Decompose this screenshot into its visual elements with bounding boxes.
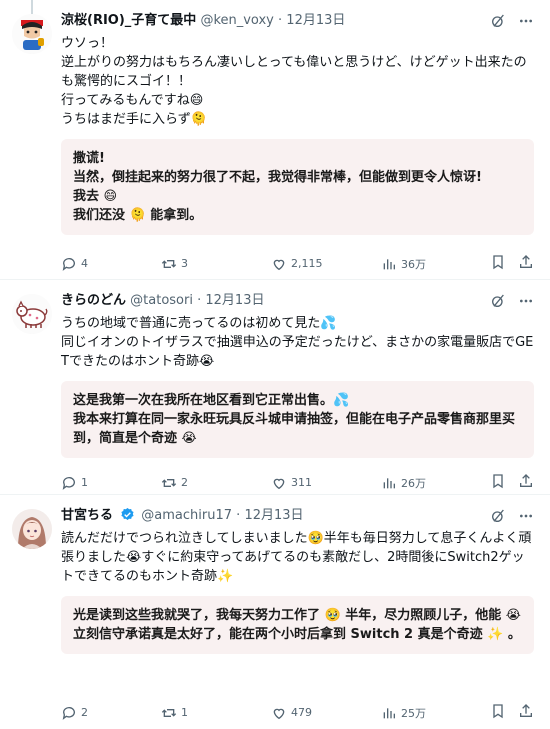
reply-count: 2 xyxy=(81,706,88,719)
tweet-text: うちの地域で普通に売ってるのは初めて見た💦 同じイオンのトイザラスで抽選申込の予… xyxy=(61,316,534,369)
tweet-header: 涼桜(RIO)_子育て最中 @ken_voxy · 12月13日 xyxy=(61,10,534,32)
reply-icon xyxy=(62,476,75,490)
retweet-button[interactable]: 1 xyxy=(161,705,271,721)
avatar-image xyxy=(12,294,52,334)
views-button[interactable]: 26万 xyxy=(381,475,481,491)
like-icon xyxy=(273,708,285,719)
action-bar: 1 2 311 26万 xyxy=(61,473,534,492)
separator-dot: · xyxy=(236,508,241,523)
like-button[interactable]: 311 xyxy=(271,475,381,491)
tweet-header: きらのどん @tatosori · 12月13日 xyxy=(61,290,534,312)
author-name[interactable]: 涼桜(RIO)_子育て最中 xyxy=(61,13,196,28)
reply-button[interactable]: 2 xyxy=(61,705,161,721)
tweet-body: 涼桜(RIO)_子育て最中 @ken_voxy · 12月13日 ウソっ！ 逆上… xyxy=(61,10,534,235)
views-count: 26万 xyxy=(401,476,426,490)
action-bar: 2 1 479 25万 xyxy=(61,703,534,722)
separator-dot: · xyxy=(278,13,283,28)
views-button[interactable]: 36万 xyxy=(381,256,481,272)
tweet-date[interactable]: 12月13日 xyxy=(244,508,303,523)
reply-button[interactable]: 4 xyxy=(61,256,161,272)
tweet-3[interactable]: 甘宮ちる @amachiru17 · 12月13日 読んだだけでつられ泣きしてし… xyxy=(0,495,550,729)
verified-badge-icon xyxy=(120,507,135,530)
retweet-icon xyxy=(161,259,177,268)
author-name[interactable]: 甘宮ちる xyxy=(61,508,113,523)
tweet-2[interactable]: きらのどん @tatosori · 12月13日 うちの地域で普通に売ってるのは… xyxy=(0,280,550,494)
bookmark-icon[interactable] xyxy=(490,254,506,273)
views-button[interactable]: 25万 xyxy=(381,705,481,721)
avatar[interactable] xyxy=(12,294,52,334)
translation-box: 撒谎! 当然，倒挂起来的努力很了不起，我觉得非常棒，但能做到更令人惊讶! 我去 … xyxy=(61,139,534,235)
reply-count: 1 xyxy=(81,476,88,489)
views-icon xyxy=(383,707,395,718)
retweet-count: 2 xyxy=(181,476,188,489)
like-button[interactable]: 479 xyxy=(271,705,381,721)
retweet-count: 1 xyxy=(181,706,188,719)
tweet-body: 甘宮ちる @amachiru17 · 12月13日 読んだだけでつられ泣きしてし… xyxy=(61,505,534,654)
like-count: 479 xyxy=(291,706,312,719)
retweet-button[interactable]: 3 xyxy=(161,256,271,272)
tweet-header: 甘宮ちる @amachiru17 · 12月13日 xyxy=(61,505,534,527)
avatar-image xyxy=(12,14,52,54)
views-count: 36万 xyxy=(401,257,426,271)
tweet-text: 読んだだけでつられ泣きしてしまいました🥹半年も毎日努力して息子くんよく頑張りまし… xyxy=(61,531,532,584)
retweet-button[interactable]: 2 xyxy=(161,475,271,491)
reply-button[interactable]: 1 xyxy=(61,475,161,491)
grok-icon[interactable] xyxy=(490,13,506,29)
more-options-icon[interactable] xyxy=(518,13,534,29)
tweet-body: きらのどん @tatosori · 12月13日 うちの地域で普通に売ってるのは… xyxy=(61,290,534,458)
author-handle[interactable]: @ken_voxy xyxy=(200,13,273,28)
like-count: 2,115 xyxy=(291,257,323,270)
translation-box: 这是我第一次在我所在地区看到它正常出售。💦 我本来打算在同一家永旺玩具反斗城申请… xyxy=(61,381,534,458)
avatar-image xyxy=(12,509,52,549)
reply-count: 4 xyxy=(81,257,88,270)
like-count: 311 xyxy=(291,476,312,489)
like-icon xyxy=(273,259,285,270)
bookmark-icon[interactable] xyxy=(490,473,506,492)
author-name[interactable]: きらのどん xyxy=(61,293,126,308)
like-icon xyxy=(273,478,285,489)
views-icon xyxy=(383,258,395,269)
action-bar: 4 3 2,115 36万 xyxy=(61,254,534,273)
translation-box: 光是读到这些我就哭了，我每天努力工作了 🥹 半年，尽力照顾儿子，他能 😭 立刻信… xyxy=(61,596,534,654)
like-button[interactable]: 2,115 xyxy=(271,256,381,272)
share-icon[interactable] xyxy=(518,703,534,722)
more-options-icon[interactable] xyxy=(518,508,534,524)
author-handle[interactable]: @tatosori xyxy=(130,293,193,308)
grok-icon[interactable] xyxy=(490,293,506,309)
thread-line xyxy=(31,0,33,14)
retweet-icon xyxy=(161,478,177,487)
tweet-1[interactable]: 涼桜(RIO)_子育て最中 @ken_voxy · 12月13日 ウソっ！ 逆上… xyxy=(0,0,550,279)
tweet-date[interactable]: 12月13日 xyxy=(286,13,345,28)
retweet-icon xyxy=(161,708,177,717)
bookmark-icon[interactable] xyxy=(490,703,506,722)
tweet-text: ウソっ！ 逆上がりの努力はもちろん凄いしとっても偉いと思うけど、けどゲット出来た… xyxy=(61,36,527,127)
reply-icon xyxy=(62,257,75,271)
retweet-count: 3 xyxy=(181,257,188,270)
views-icon xyxy=(383,477,395,488)
avatar[interactable] xyxy=(12,509,52,549)
author-handle[interactable]: @amachiru17 xyxy=(141,508,232,523)
avatar[interactable] xyxy=(12,14,52,54)
separator-dot: · xyxy=(197,293,202,308)
share-icon[interactable] xyxy=(518,254,534,273)
more-options-icon[interactable] xyxy=(518,293,534,309)
share-icon[interactable] xyxy=(518,473,534,492)
grok-icon[interactable] xyxy=(490,508,506,524)
tweet-date[interactable]: 12月13日 xyxy=(205,293,264,308)
reply-icon xyxy=(62,706,75,720)
views-count: 25万 xyxy=(401,706,426,720)
